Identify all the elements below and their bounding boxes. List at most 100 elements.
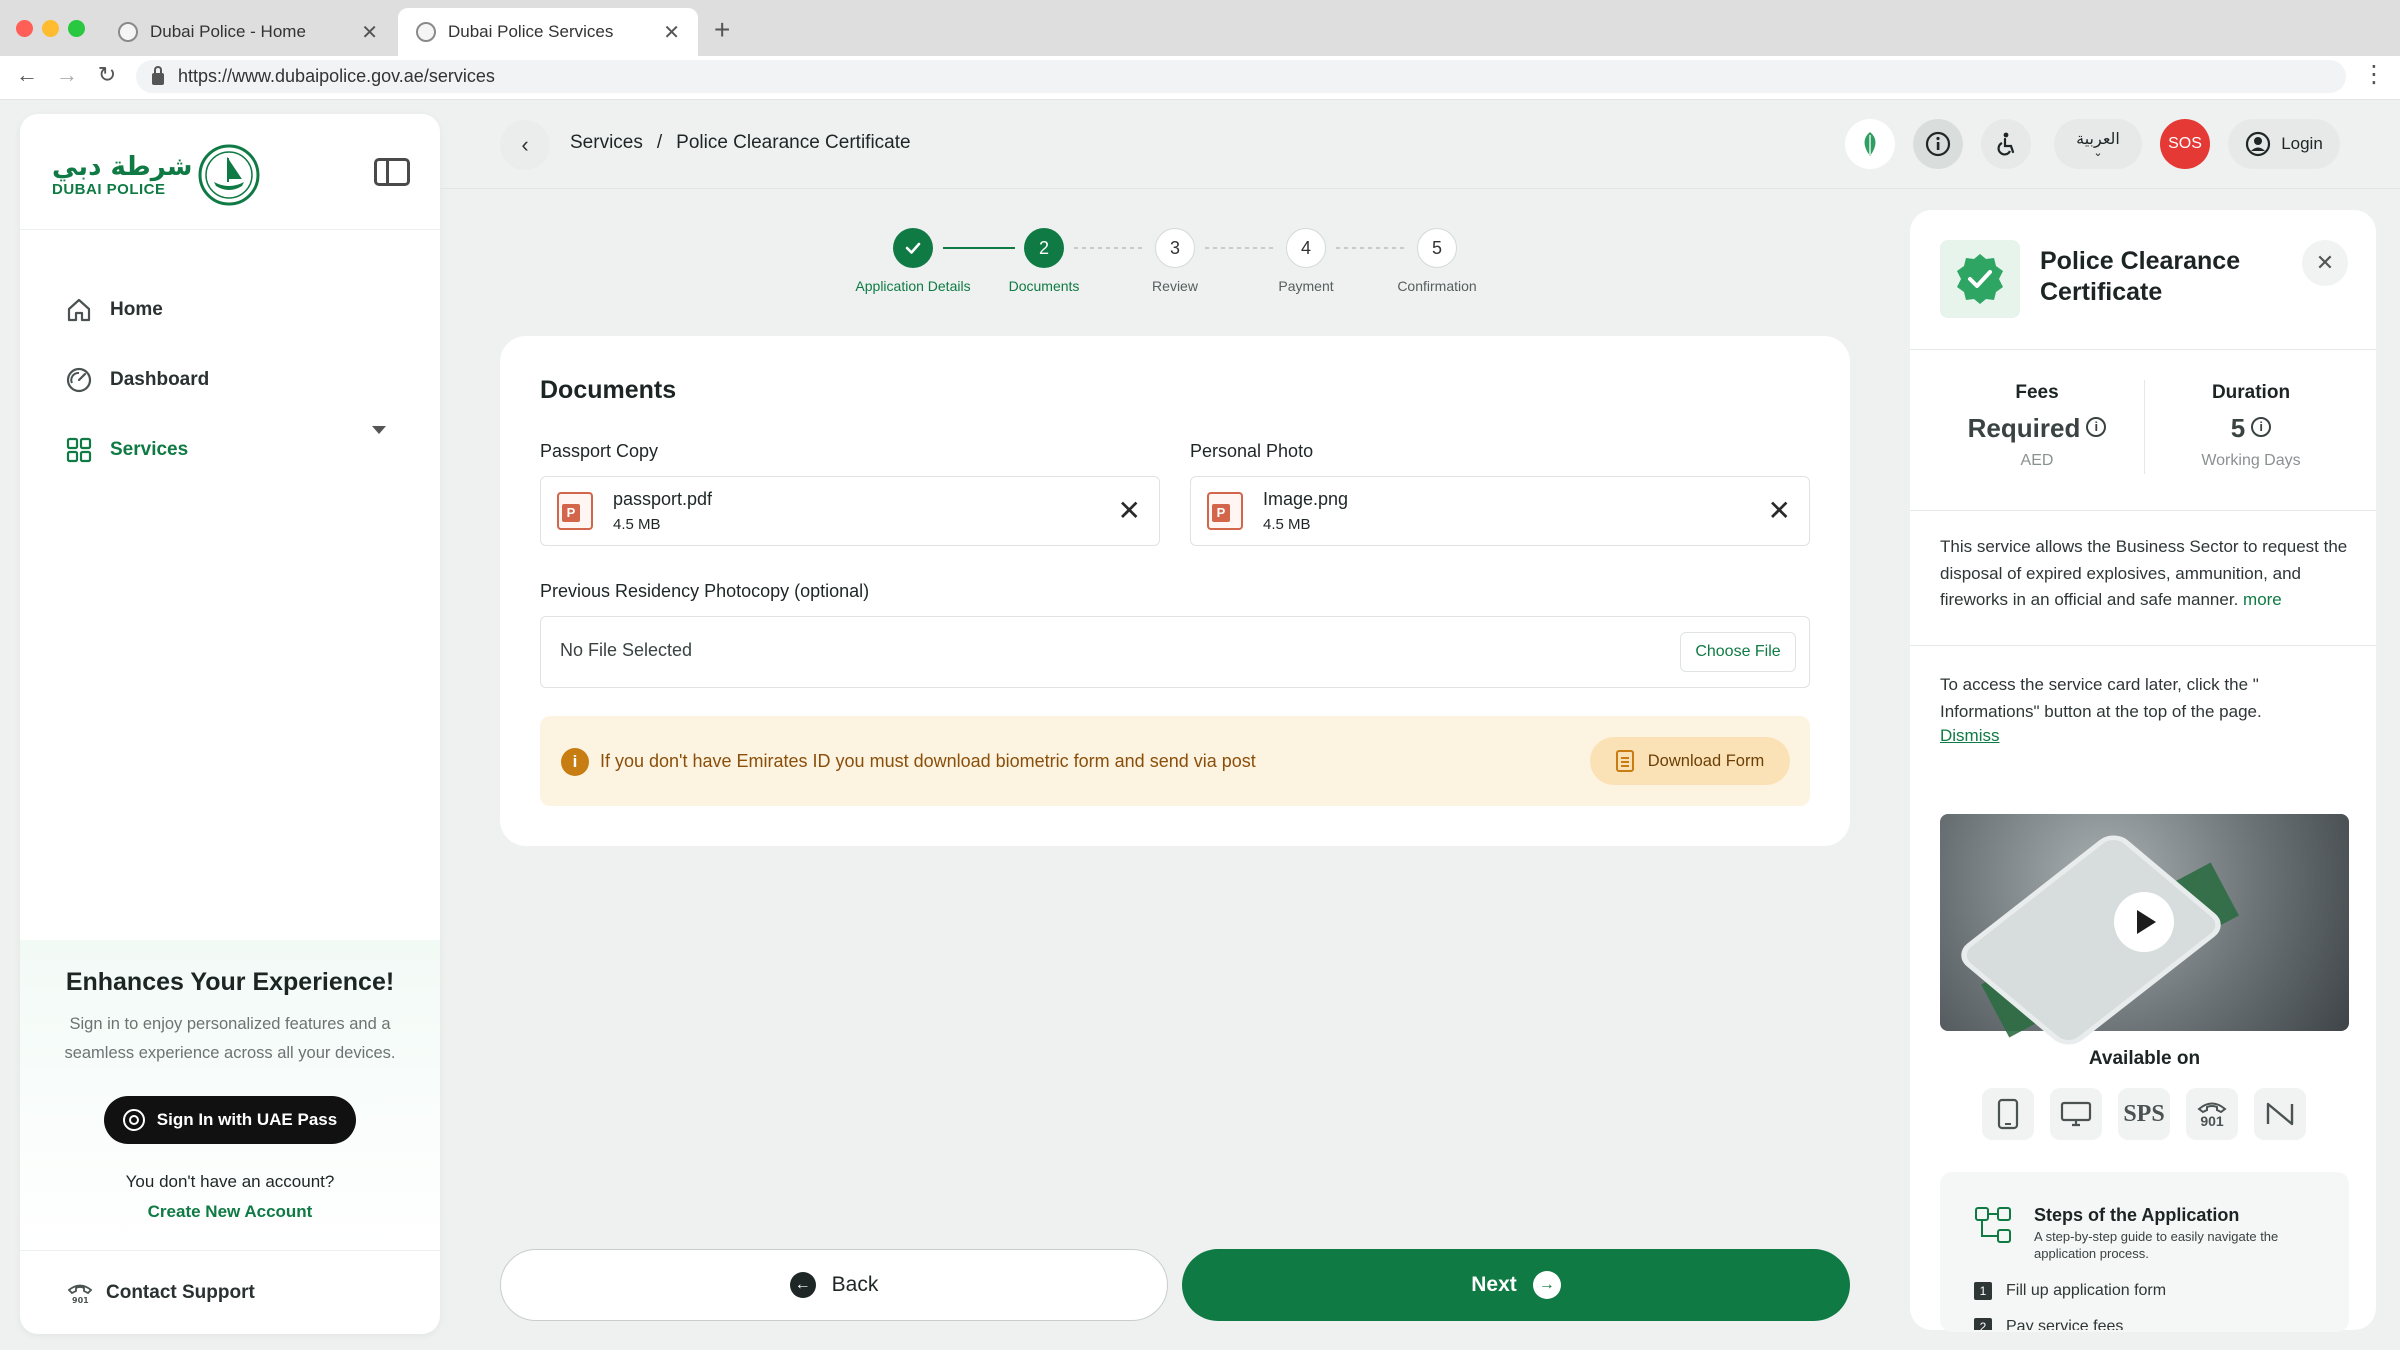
- panel-divider: [1910, 510, 2376, 511]
- checkmark-icon: [905, 242, 921, 254]
- step-number: 1: [1974, 1282, 1992, 1300]
- back-arrow-icon[interactable]: ←: [12, 62, 42, 88]
- step-number: 2: [1974, 1318, 1992, 1330]
- photo-field-label: Personal Photo: [1190, 441, 1314, 461]
- logo-english-text: DUBAI POLICE: [52, 180, 166, 198]
- desktop-icon[interactable]: [2050, 1088, 2102, 1140]
- fees-value: Required i: [1937, 413, 2137, 444]
- breadcrumb-separator: /: [656, 132, 663, 153]
- step-2-current[interactable]: 2: [1024, 228, 1064, 268]
- service-card-hint: To access the service card later, click …: [1940, 675, 2262, 721]
- url-text: https://www.dubaipolice.gov.ae/services: [178, 66, 495, 86]
- file-powerpoint-icon: [1207, 492, 1243, 530]
- reload-icon[interactable]: ↻: [92, 62, 122, 88]
- close-icon[interactable]: ✕: [663, 20, 680, 45]
- smartphone-icon[interactable]: [1982, 1088, 2034, 1140]
- promo-title: Enhances Your Experience!: [65, 968, 395, 996]
- steps-subtitle: A step-by-step guide to easily navigate …: [2034, 1229, 2279, 1261]
- url-field[interactable]: https://www.dubaipolice.gov.ae/services: [136, 60, 2346, 93]
- close-panel-button[interactable]: ✕: [2302, 240, 2348, 286]
- login-button[interactable]: Login: [2228, 119, 2340, 169]
- home-icon: [64, 295, 94, 325]
- uae-pass-sign-in-button[interactable]: Sign In with UAE Pass: [104, 1096, 356, 1144]
- fees-value-text: Required: [1967, 413, 2081, 443]
- step-3[interactable]: 3: [1155, 228, 1195, 268]
- application-step: 2 Pay service fees: [1974, 1318, 2123, 1330]
- arrow-left-icon: ←: [789, 1272, 816, 1298]
- passport-upload[interactable]: passport.pdf 4.5 MB ✕: [540, 476, 1160, 546]
- file-size: 4.5 MB: [1263, 516, 1311, 533]
- document-icon: [1615, 750, 1634, 772]
- sps-icon[interactable]: SPS: [2118, 1088, 2170, 1140]
- dismiss-link[interactable]: Dismiss: [1940, 726, 2000, 746]
- police-emblem-icon: [198, 144, 260, 206]
- uae-pass-label: Sign In with UAE Pass: [156, 1110, 338, 1129]
- stepper-connector: [943, 247, 1015, 249]
- logo-arabic-text: شرطة دبي: [52, 151, 193, 182]
- forward-arrow-icon[interactable]: →: [52, 62, 82, 88]
- support-phone-icon: 901: [67, 1284, 93, 1305]
- duration-value-text: 5: [2230, 413, 2246, 443]
- residency-upload[interactable]: [540, 616, 1810, 688]
- step-4[interactable]: 4: [1286, 228, 1326, 268]
- window-zoom-dot[interactable]: [68, 20, 85, 37]
- sidebar-item-services[interactable]: Services: [64, 430, 188, 470]
- stepper-connector: [1074, 247, 1146, 249]
- phone-901-icon[interactable]: 901: [2186, 1088, 2238, 1140]
- info-button[interactable]: [1913, 119, 1963, 169]
- breadcrumb-current: Police Clearance Certificate: [676, 132, 911, 153]
- contact-support-button[interactable]: 901 Contact Support: [20, 1250, 440, 1334]
- info-icon: i: [561, 748, 589, 776]
- more-link[interactable]: more: [2243, 590, 2282, 609]
- residency-field-label: Previous Residency Photocopy (optional): [540, 581, 870, 601]
- page-back-button[interactable]: ‹: [500, 120, 550, 170]
- photo-upload[interactable]: Image.png 4.5 MB ✕: [1190, 476, 1810, 546]
- info-icon[interactable]: i: [2086, 417, 2107, 438]
- step-number: 2: [1038, 237, 1049, 258]
- new-tab-icon[interactable]: +: [714, 14, 730, 46]
- theme-toggle-button[interactable]: [1845, 119, 1895, 169]
- close-icon[interactable]: ✕: [361, 20, 378, 45]
- accessibility-button[interactable]: [1981, 119, 2031, 169]
- sidebar-item-dashboard[interactable]: Dashboard: [64, 360, 209, 400]
- dubai-police-logo[interactable]: شرطة دبي DUBAI POLICE: [52, 144, 260, 206]
- language-switch-button[interactable]: العربية ⌄: [2054, 119, 2142, 169]
- step-5[interactable]: 5: [1417, 228, 1457, 268]
- steps-title: Steps of the Application: [2034, 1205, 2240, 1225]
- header-divider: [440, 188, 2400, 189]
- sidebar-item-home[interactable]: Home: [64, 290, 163, 330]
- step-label: Fill up application form: [2006, 1282, 2167, 1299]
- remove-file-icon[interactable]: ✕: [1118, 497, 1141, 525]
- user-circle-icon: [2246, 131, 2271, 157]
- sidebar-collapse-icon[interactable]: [374, 158, 410, 186]
- browser-tab-services[interactable]: Dubai Police Services ✕: [398, 8, 698, 56]
- browser-menu-icon[interactable]: ⋮: [2362, 60, 2386, 89]
- step-1-complete[interactable]: [893, 228, 933, 268]
- browser-tab-home[interactable]: Dubai Police - Home ✕: [100, 8, 396, 56]
- create-account-link[interactable]: Create New Account: [20, 1202, 440, 1222]
- back-button[interactable]: ← Back: [500, 1249, 1168, 1321]
- info-icon[interactable]: i: [2251, 417, 2272, 438]
- window-close-dot[interactable]: [16, 20, 33, 37]
- accessibility-icon: [1997, 132, 2015, 156]
- ai-assistant-icon[interactable]: [2254, 1088, 2306, 1140]
- breadcrumb-services[interactable]: Services: [570, 132, 643, 154]
- login-label: Login: [2281, 134, 2323, 153]
- section-title: Documents: [540, 376, 677, 404]
- file-size: 4.5 MB: [613, 516, 661, 533]
- choose-file-button[interactable]: Choose File: [1680, 632, 1796, 672]
- verified-badge-icon: [1940, 240, 2020, 318]
- window-minimize-dot[interactable]: [42, 20, 59, 37]
- chevron-down-icon[interactable]: [372, 426, 386, 434]
- promo-text: Sign in to enjoy personalized features a…: [64, 1015, 396, 1062]
- play-icon[interactable]: [2114, 892, 2174, 952]
- download-form-label: Download Form: [1647, 751, 1765, 770]
- workflow-icon: [1975, 1207, 2011, 1243]
- remove-file-icon[interactable]: ✕: [1768, 497, 1791, 525]
- next-button[interactable]: Next →: [1182, 1249, 1850, 1321]
- download-form-button[interactable]: Download Form: [1590, 737, 1790, 785]
- no-account-text: You don't have an account?: [125, 1172, 335, 1191]
- palm-leaf-icon: [1864, 132, 1876, 156]
- breadcrumb: Services / Police Clearance Certificate: [570, 132, 911, 154]
- sos-button[interactable]: SOS: [2160, 119, 2210, 169]
